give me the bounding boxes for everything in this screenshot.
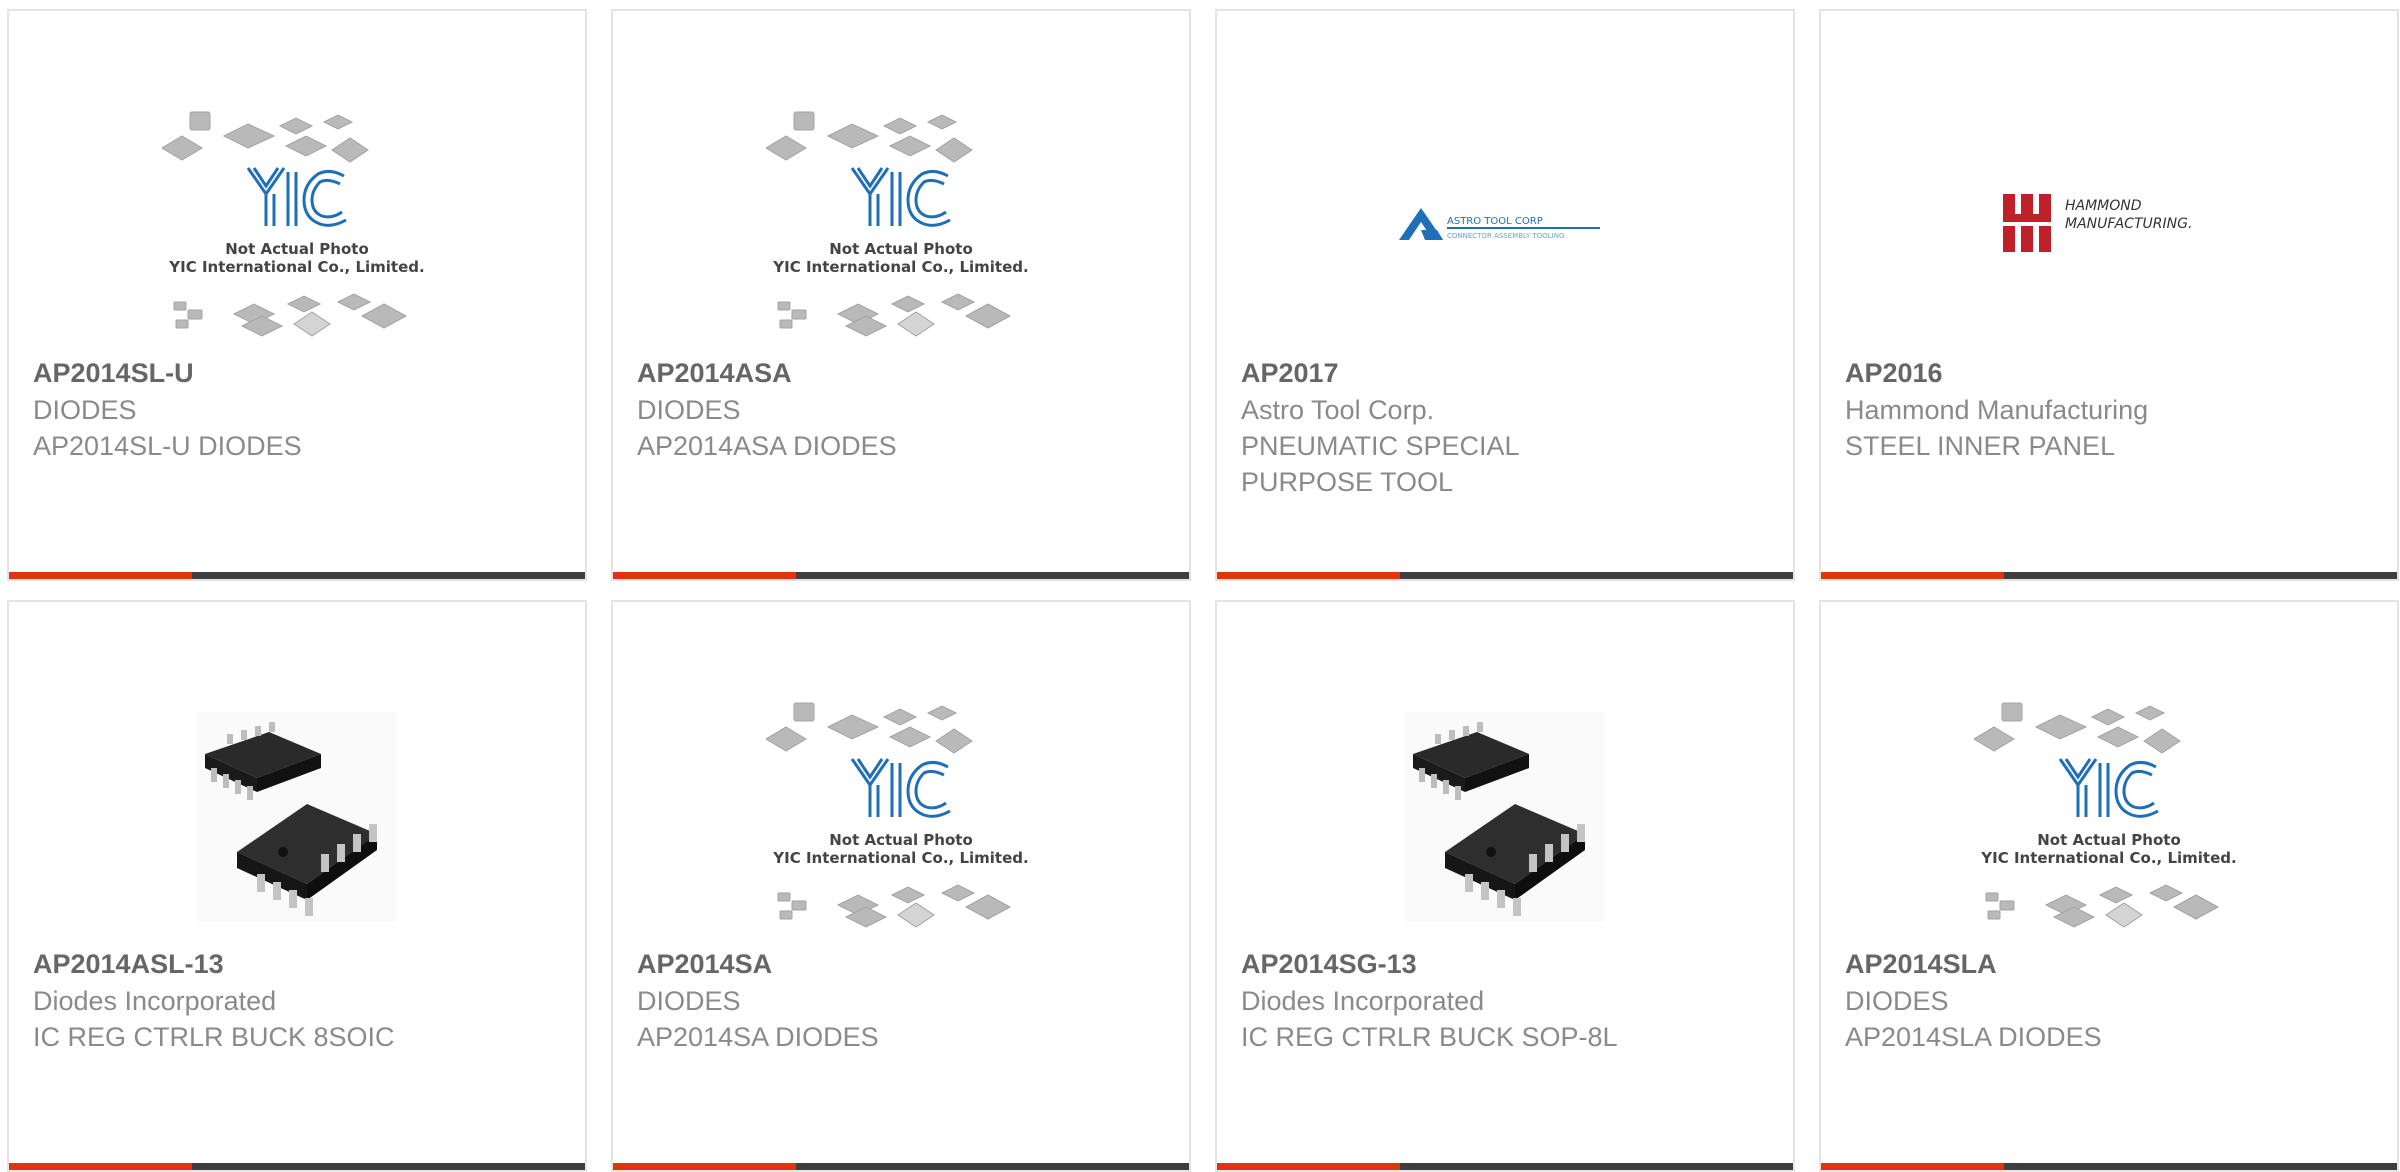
svg-text:YIC International Co., Limited: YIC International Co., Limited. [1980, 849, 2236, 867]
card-accent-bar [613, 572, 1189, 579]
product-image[interactable]: HAMMOND MANUFACTURING. [1821, 91, 2397, 361]
manufacturer-label: DIODES [637, 986, 741, 1016]
description-label: IC REG CTRLR BUCK SOP-8L [1241, 1022, 1618, 1052]
part-number-link[interactable]: AP2014SL-U [33, 354, 565, 392]
accent-bar-segment [613, 572, 796, 579]
product-card[interactable]: HAMMOND MANUFACTURING. AP2016 Hammond Man… [1819, 9, 2399, 581]
card-accent-bar [1821, 1163, 2397, 1170]
manufacturer-label: DIODES [637, 395, 741, 425]
product-info: AP2014SG-13 Diodes Incorporated IC REG CTR… [1241, 945, 1773, 1055]
accent-bar-segment [1821, 572, 2004, 579]
manufacturer-label: DIODES [33, 395, 137, 425]
product-card[interactable]: Not Actual Photo YIC International Co., … [611, 9, 1191, 581]
accent-bar-segment [1217, 1163, 1400, 1170]
svg-text:YIC International Co., Limited: YIC International Co., Limited. [772, 258, 1028, 276]
product-card[interactable]: Not Actual Photo YIC International Co., … [611, 600, 1191, 1172]
product-image[interactable]: ASTRO TOOL CORP CONNECTOR ASSEMBLY TOOLI… [1217, 91, 1793, 361]
card-accent-bar [1821, 572, 2397, 579]
product-info: AP2016 Hammond Manufacturing STEEL INNER P… [1845, 354, 2377, 464]
accent-bar-segment [9, 1163, 192, 1170]
svg-text:Not Actual Photo: Not Actual Photo [829, 831, 973, 849]
part-number-link[interactable]: AP2014SG-13 [1241, 945, 1773, 983]
product-info: AP2014ASA DIODES AP2014ASA DIODES [637, 354, 1169, 464]
card-accent-bar [9, 572, 585, 579]
product-card[interactable]: Not Actual Photo YIC International Co., … [1819, 600, 2399, 1172]
product-card[interactable]: ASTRO TOOL CORP CONNECTOR ASSEMBLY TOOLI… [1215, 9, 1795, 581]
svg-text:Not Actual Photo: Not Actual Photo [829, 240, 973, 258]
accent-bar-segment [1217, 572, 1400, 579]
dark-bar-segment [796, 1163, 1189, 1170]
yic-placeholder-image: Not Actual Photo YIC International Co., … [1974, 702, 2237, 928]
card-accent-bar [1217, 572, 1793, 579]
product-info: AP2014SL-U DIODES AP2014SL-U DIODES [33, 354, 565, 464]
svg-text:MANUFACTURING.: MANUFACTURING. [2065, 216, 2192, 232]
product-card[interactable]: Not Actual Photo YIC International Co., … [7, 9, 587, 581]
product-info: AP2014ASL-13 Diodes Incorporated IC REG CT… [33, 945, 565, 1055]
product-image[interactable]: Not Actual Photo YIC International Co., … [613, 682, 1189, 952]
dark-bar-segment [1400, 1163, 1793, 1170]
product-card[interactable]: AP2014ASL-13 Diodes Incorporated IC REG CT… [7, 600, 587, 1172]
svg-text:YIC International Co., Limited: YIC International Co., Limited. [772, 849, 1028, 867]
description-label: STEEL INNER PANEL [1845, 431, 2116, 461]
dark-bar-segment [2004, 572, 2397, 579]
dark-bar-segment [192, 1163, 585, 1170]
product-image[interactable] [1217, 682, 1793, 952]
description-label: AP2014SLA DIODES [1845, 1022, 2102, 1052]
yic-placeholder-image: Not Actual Photo YIC International Co., … [766, 111, 1029, 337]
description-label: AP2014ASA DIODES [637, 431, 897, 461]
card-accent-bar [1217, 1163, 1793, 1170]
dark-bar-segment [1400, 572, 1793, 579]
yic-placeholder-image: Not Actual Photo YIC International Co., … [766, 702, 1029, 928]
dark-bar-segment [2004, 1163, 2397, 1170]
accent-bar-segment [9, 572, 192, 579]
svg-text:ASTRO TOOL CORP: ASTRO TOOL CORP [1447, 216, 1543, 227]
part-number-link[interactable]: AP2016 [1845, 354, 2377, 392]
card-accent-bar [9, 1163, 585, 1170]
hammond-manufacturing-logo: HAMMOND MANUFACTURING. [2003, 194, 2192, 252]
description-label: AP2014SL-U DIODES [33, 431, 302, 461]
dark-bar-segment [192, 572, 585, 579]
product-info: AP2014SA DIODES AP2014SA DIODES [637, 945, 1169, 1055]
description-label: AP2014SA DIODES [637, 1022, 879, 1052]
description-label: IC REG CTRLR BUCK 8SOIC [33, 1022, 395, 1052]
description-label: PNEUMATIC SPECIAL PURPOSE TOOL [1241, 431, 1519, 497]
product-image[interactable]: Not Actual Photo YIC International Co., … [9, 91, 585, 361]
astro-tool-corp-logo: ASTRO TOOL CORP CONNECTOR ASSEMBLY TOOLI… [1399, 208, 1600, 240]
manufacturer-label: Diodes Incorporated [1241, 986, 1485, 1016]
soic-chip-image [197, 712, 397, 922]
svg-text:CONNECTOR ASSEMBLY TOOLING: CONNECTOR ASSEMBLY TOOLING [1447, 232, 1564, 240]
card-accent-bar [613, 1163, 1189, 1170]
svg-text:Not Actual Photo: Not Actual Photo [2037, 831, 2181, 849]
product-info: AP2017 Astro Tool Corp. PNEUMATIC SPECIAL … [1241, 354, 1773, 500]
dark-bar-segment [796, 572, 1189, 579]
part-number-link[interactable]: AP2014ASL-13 [33, 945, 565, 983]
svg-text:HAMMOND: HAMMOND [2065, 198, 2142, 214]
manufacturer-label: Hammond Manufacturing [1845, 395, 2149, 425]
accent-bar-segment [613, 1163, 796, 1170]
accent-bar-segment [1821, 1163, 2004, 1170]
yic-placeholder-image: Not Actual Photo YIC International Co., … [162, 111, 425, 337]
product-image[interactable]: Not Actual Photo YIC International Co., … [613, 91, 1189, 361]
part-number-link[interactable]: AP2014SA [637, 945, 1169, 983]
manufacturer-label: DIODES [1845, 986, 1949, 1016]
svg-text:YIC International Co., Limited: YIC International Co., Limited. [168, 258, 424, 276]
part-number-link[interactable]: AP2014SLA [1845, 945, 2377, 983]
part-number-link[interactable]: AP2017 [1241, 354, 1773, 392]
product-card[interactable]: AP2014SG-13 Diodes Incorporated IC REG CTR… [1215, 600, 1795, 1172]
manufacturer-label: Astro Tool Corp. [1241, 395, 1435, 425]
manufacturer-label: Diodes Incorporated [33, 986, 277, 1016]
soic-chip-image [1405, 712, 1605, 922]
product-info: AP2014SLA DIODES AP2014SLA DIODES [1845, 945, 2377, 1055]
product-grid: Not Actual Photo YIC International Co., … [7, 9, 2399, 1172]
part-number-link[interactable]: AP2014ASA [637, 354, 1169, 392]
product-image[interactable]: Not Actual Photo YIC International Co., … [1821, 682, 2397, 952]
product-image[interactable] [9, 682, 585, 952]
svg-text:Not Actual Photo: Not Actual Photo [225, 240, 369, 258]
